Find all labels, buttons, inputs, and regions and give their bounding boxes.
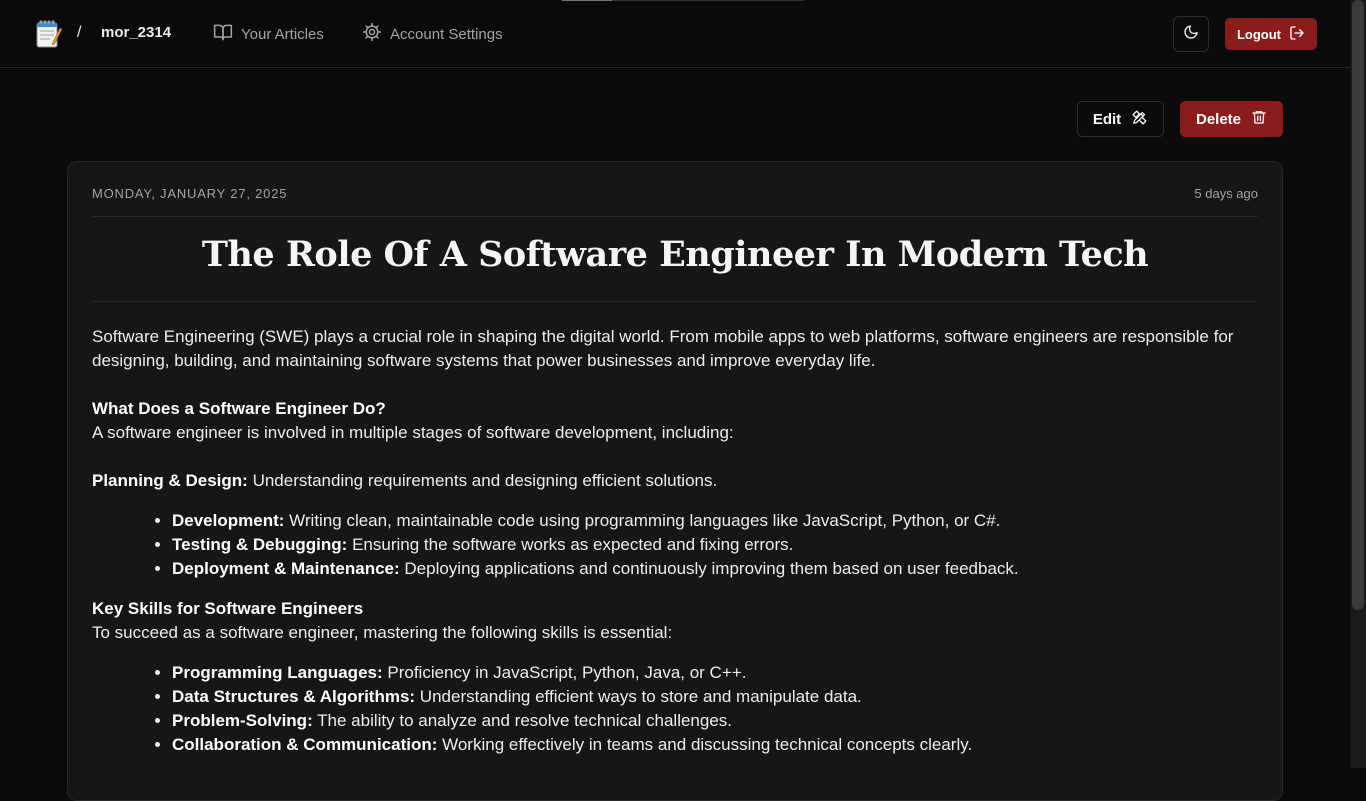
skills-list: Programming Languages: Proficiency in Ja… <box>92 661 1242 757</box>
nav-account-settings-label: Account Settings <box>390 25 503 43</box>
article-intro: Software Engineering (SWE) plays a cruci… <box>92 327 1234 370</box>
list-term: Planning & Design: <box>92 471 248 490</box>
edit-button[interactable]: Edit <box>1077 101 1164 137</box>
scrollbar-thumb[interactable] <box>1352 0 1364 610</box>
divider <box>92 216 1258 217</box>
top-navigation-bar: / mor_2314 Your Articles Account Setting… <box>0 0 1350 68</box>
page-scrollbar[interactable] <box>1350 0 1366 768</box>
list-term: Problem-Solving: <box>172 711 313 730</box>
loading-progress-bar <box>562 0 804 1</box>
list-term: Collaboration & Communication: <box>172 735 438 754</box>
list-item: Development: Writing clean, maintainable… <box>172 509 1242 533</box>
pencil-ruler-icon <box>1131 109 1148 130</box>
list-desc: Understanding requirements and designing… <box>247 471 718 490</box>
nav-your-articles-label: Your Articles <box>241 25 324 43</box>
theme-toggle-button[interactable] <box>1173 16 1209 52</box>
logout-button[interactable]: Logout <box>1225 18 1317 50</box>
list-desc: Writing clean, maintainable code using p… <box>284 511 1001 530</box>
book-icon <box>213 22 233 46</box>
list-term: Testing & Debugging: <box>172 535 348 554</box>
list-desc: Ensuring the software works as expected … <box>347 535 794 554</box>
list-item: Data Structures & Algorithms: Understand… <box>172 685 1242 709</box>
section-heading: Key Skills for Software Engineers <box>92 599 364 618</box>
article-title: The Role Of A Software Engineer In Moder… <box>201 234 1149 275</box>
article-relative-time: 5 days ago <box>1194 186 1258 201</box>
username-label[interactable]: mor_2314 <box>101 24 171 41</box>
nav-your-articles[interactable]: Your Articles <box>213 22 324 46</box>
list-desc: Working effectively in teams and discuss… <box>437 735 973 754</box>
trash-icon <box>1251 109 1267 129</box>
nav-account-settings[interactable]: Account Settings <box>362 22 503 46</box>
list-item: Deployment & Maintenance: Deploying appl… <box>172 557 1242 581</box>
app-logo-icon[interactable] <box>32 18 64 50</box>
article-body: Software Engineering (SWE) plays a cruci… <box>92 325 1242 757</box>
list-item: Problem-Solving: The ability to analyze … <box>172 709 1242 733</box>
divider <box>92 301 1258 302</box>
article-card: MONDAY, JANUARY 27, 2025 5 days ago The … <box>67 161 1283 801</box>
delete-button[interactable]: Delete <box>1180 101 1283 137</box>
list-term: Data Structures & Algorithms: <box>172 687 416 706</box>
list-term: Deployment & Maintenance: <box>172 559 400 578</box>
logout-icon <box>1289 25 1305 44</box>
list-desc: Deploying applications and continuously … <box>399 559 1019 578</box>
logout-label: Logout <box>1236 26 1282 42</box>
list-desc: Proficiency in JavaScript, Python, Java,… <box>382 663 747 682</box>
delete-label: Delete <box>1195 110 1242 128</box>
section-text: A software engineer is involved in multi… <box>92 423 734 442</box>
gear-icon <box>362 22 382 46</box>
list-desc: The ability to analyze and resolve techn… <box>312 711 733 730</box>
section-text: To succeed as a software engineer, maste… <box>92 623 673 642</box>
planning-paragraph: Planning & Design: Understanding require… <box>92 469 1242 493</box>
list-item: Collaboration & Communication: Working e… <box>172 733 1242 757</box>
list-item: Programming Languages: Proficiency in Ja… <box>172 661 1242 685</box>
edit-label: Edit <box>1092 110 1122 128</box>
responsibilities-list: Development: Writing clean, maintainable… <box>92 509 1242 581</box>
list-item: Testing & Debugging: Ensuring the softwa… <box>172 533 1242 557</box>
breadcrumb-separator: / <box>77 24 82 41</box>
moon-icon <box>1183 24 1199 45</box>
list-term: Development: <box>172 511 285 530</box>
article-date: MONDAY, JANUARY 27, 2025 <box>92 186 288 201</box>
list-term: Programming Languages: <box>172 663 383 682</box>
list-desc: Understanding efficient ways to store an… <box>415 687 862 706</box>
section-heading: What Does a Software Engineer Do? <box>92 399 386 418</box>
